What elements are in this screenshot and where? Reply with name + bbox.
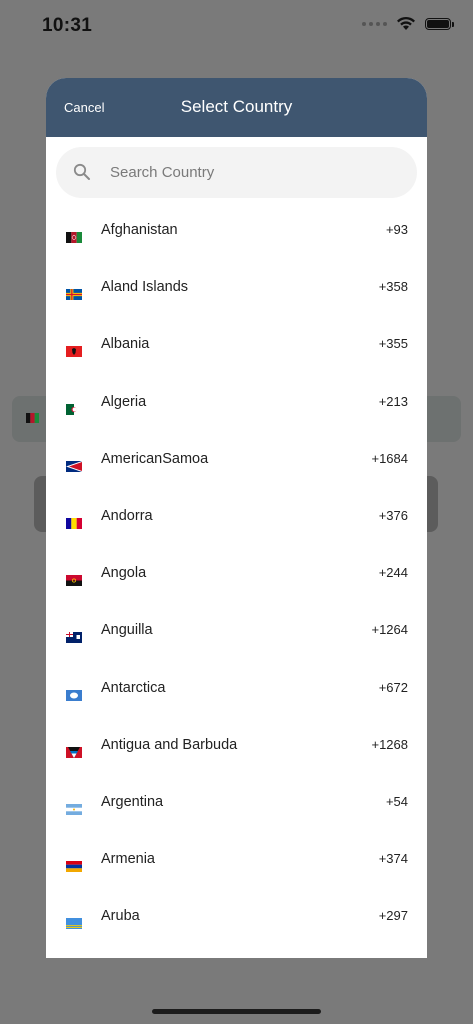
- signal-icon: [362, 21, 387, 26]
- dial-code: +1264: [371, 622, 408, 638]
- country-row-aland-islands[interactable]: Aland Islands +358: [46, 258, 427, 315]
- country-name: Antigua and Barbuda: [101, 736, 238, 753]
- country-name: Afghanistan: [101, 222, 178, 238]
- ar-flag-icon: [66, 803, 82, 815]
- country-row-andorra[interactable]: Andorra +376: [46, 487, 427, 544]
- battery-icon: [425, 17, 454, 30]
- dial-code: +355: [378, 336, 408, 352]
- ax-flag-icon: [66, 289, 82, 301]
- dial-code: +54: [385, 793, 408, 809]
- country-row-antigua-and-barbuda[interactable]: Antigua and Barbuda +1268: [46, 716, 427, 773]
- country-name: Aruba: [101, 908, 140, 925]
- status-icons: [362, 16, 454, 31]
- search-box[interactable]: [56, 147, 417, 198]
- country-name: Aland Islands: [101, 279, 189, 296]
- country-name: Angola: [101, 565, 147, 582]
- country-name: AmericanSamoa: [101, 450, 209, 467]
- modal-title: Select Country: [180, 97, 293, 116]
- country-name: Anguilla: [101, 622, 153, 639]
- dial-code: +1684: [371, 450, 408, 466]
- country-row-algeria[interactable]: Algeria +213: [46, 373, 427, 430]
- country-name: Armenia: [101, 851, 155, 868]
- country-row-argentina[interactable]: Argentina +54: [46, 773, 427, 830]
- dial-code: +1268: [371, 736, 408, 752]
- status-time: 10:31: [42, 15, 93, 36]
- country-row-angola[interactable]: Angola +244: [46, 544, 427, 601]
- home-indicator: [152, 1009, 321, 1014]
- dial-code: +672: [378, 679, 408, 695]
- country-row-armenia[interactable]: Armenia +374: [46, 830, 427, 887]
- af-flag-icon: [66, 232, 82, 243]
- dial-code: +358: [378, 279, 408, 295]
- search-icon: [73, 163, 90, 180]
- af-flag-icon: [26, 413, 39, 423]
- country-list: Afghanistan +93 Aland Islands +358 Alban…: [46, 201, 427, 944]
- dial-code: +297: [378, 908, 408, 924]
- aw-flag-icon: [66, 918, 82, 930]
- aq-flag-icon: [66, 689, 82, 701]
- dial-code: +376: [378, 507, 408, 523]
- modal-header: Cancel Select Country: [46, 78, 427, 137]
- dial-code: +374: [378, 851, 408, 867]
- country-row-anguilla[interactable]: Anguilla +1264: [46, 601, 427, 658]
- country-row-albania[interactable]: Albania +355: [46, 315, 427, 372]
- country-name: Antarctica: [101, 679, 166, 696]
- status-bar: 10:31: [0, 0, 473, 50]
- wifi-icon: [397, 16, 415, 30]
- dial-code: +213: [378, 393, 408, 409]
- al-flag-icon: [66, 346, 82, 358]
- as-flag-icon: [66, 460, 82, 472]
- country-row-americansamoa[interactable]: AmericanSamoa +1684: [46, 430, 427, 487]
- country-row-afghanistan[interactable]: Afghanistan +93: [46, 201, 427, 258]
- ad-flag-icon: [66, 517, 82, 529]
- country-name: Albania: [101, 336, 150, 353]
- dial-code: +93: [385, 222, 408, 237]
- ai-flag-icon: [66, 632, 82, 644]
- country-picker-modal: Cancel Select Country Afghanistan +93 Al…: [46, 78, 427, 958]
- search-input[interactable]: [110, 147, 400, 198]
- am-flag-icon: [66, 861, 82, 873]
- ag-flag-icon: [66, 746, 82, 758]
- dz-flag-icon: [66, 403, 82, 415]
- country-row-antarctica[interactable]: Antarctica +672: [46, 659, 427, 716]
- country-name: Argentina: [101, 793, 164, 810]
- country-row-aruba[interactable]: Aruba +297: [46, 887, 427, 944]
- country-name: Algeria: [101, 393, 147, 410]
- ao-flag-icon: [66, 575, 82, 587]
- country-name: Andorra: [101, 507, 153, 524]
- dial-code: +244: [378, 565, 408, 581]
